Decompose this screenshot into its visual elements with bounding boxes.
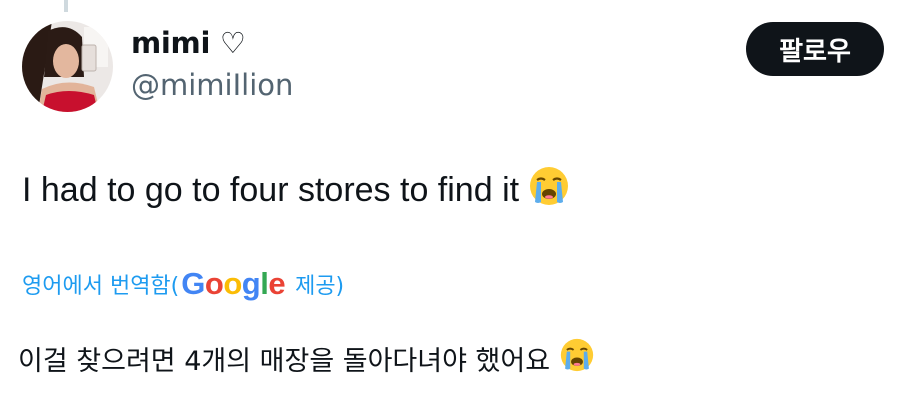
thread-connector-line [64, 0, 68, 12]
display-name[interactable]: mimi ♡ [131, 26, 246, 60]
follow-button[interactable]: 팔로우 [746, 22, 884, 76]
avatar[interactable] [22, 21, 113, 112]
tweet-text: I had to go to four stores to find it [22, 171, 520, 209]
user-handle[interactable]: @mimiIlion [131, 68, 293, 102]
translated-text: 이걸 찾으려면 4개의 매장을 돌아다녀야 했어요 [18, 346, 551, 377]
loudly-crying-face-emoji-icon [529, 166, 569, 215]
translation-attribution[interactable]: 영어에서 번역함( Google 제공) [22, 266, 344, 302]
translated-text-container: 이걸 찾으려면 4개의 매장을 돌아다녀야 했어요 [18, 338, 594, 379]
provided-by-label[interactable]: 제공) [295, 268, 344, 300]
tweet-text-container: I had to go to four stores to find it [22, 166, 569, 215]
profile-photo-icon [22, 21, 113, 112]
loudly-crying-face-emoji-icon [560, 338, 594, 379]
google-logo: Google [181, 266, 286, 301]
translated-from-label[interactable]: 영어에서 번역함( [22, 268, 179, 300]
